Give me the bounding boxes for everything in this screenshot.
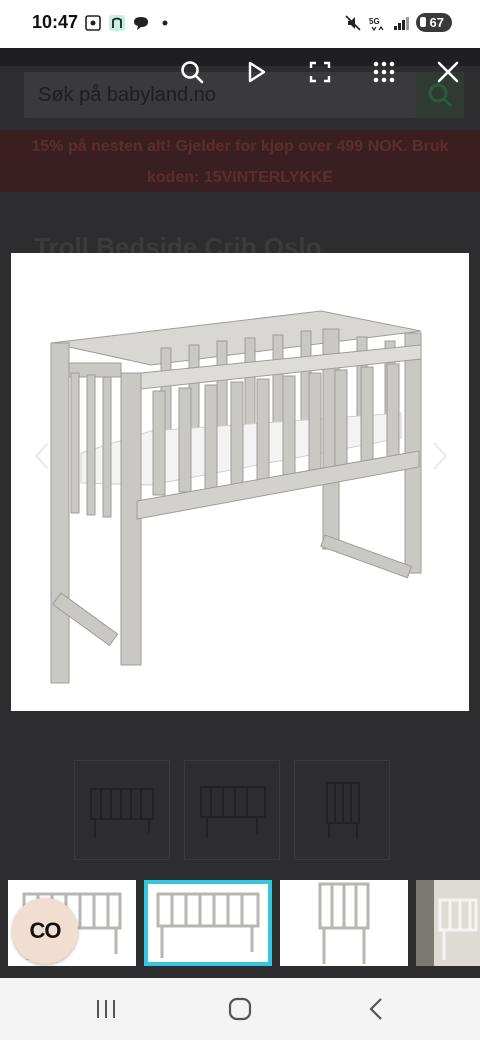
crib-image [50, 310, 422, 684]
mute-icon [344, 14, 361, 31]
promo-banner-line1: 15% på nesten alt! Gjelder for kjøp over… [31, 138, 449, 155]
background-thumbnail [294, 760, 390, 860]
home-icon [228, 997, 252, 1021]
thumbnail-crib-room-view[interactable] [416, 880, 480, 966]
chevron-right-icon [433, 442, 448, 470]
status-time: 10:47 [32, 12, 79, 32]
back-icon [369, 998, 382, 1020]
search-icon [181, 61, 204, 84]
dot-icon [162, 20, 168, 26]
slideshow-play-button[interactable] [236, 52, 276, 92]
fullscreen-button[interactable] [300, 52, 340, 92]
recents-icon [97, 1000, 115, 1018]
signal-icon [393, 16, 409, 30]
thumbnail-grid-button[interactable] [364, 52, 404, 92]
chat-bubble-label: CO [29, 918, 62, 943]
promo-banner: 15% på nesten alt! Gjelder for kjøp over… [0, 130, 480, 192]
main-product-image[interactable] [11, 253, 469, 711]
image-viewer-toolbar [0, 52, 480, 92]
svg-text:5G: 5G [369, 17, 380, 26]
thumbnail-crib-side-view[interactable] [144, 880, 272, 966]
system-nav-bar [0, 978, 480, 1040]
screenshot-icon [85, 15, 101, 31]
chat-icon [134, 17, 148, 30]
next-image-button[interactable] [428, 436, 452, 476]
chevron-left-icon [34, 442, 49, 470]
background-thumbnails [74, 760, 390, 860]
close-icon [437, 61, 459, 83]
background-thumbnail [184, 760, 280, 860]
zoom-search-button[interactable] [172, 52, 212, 92]
previous-image-button[interactable] [30, 436, 54, 476]
battery-icon: 67 [415, 13, 452, 32]
close-viewer-button[interactable] [428, 52, 468, 92]
recents-button[interactable] [82, 992, 130, 1026]
5g-icon: 5G [369, 17, 384, 31]
thumbnail-crib-end-view[interactable] [280, 880, 408, 966]
grid-icon [373, 61, 395, 83]
status-bar: 10:47 5G 67 [0, 0, 480, 48]
play-icon [248, 61, 266, 83]
background-thumbnail [74, 760, 170, 860]
home-button[interactable] [216, 992, 264, 1026]
back-button[interactable] [352, 992, 400, 1026]
n-app-icon [109, 15, 125, 31]
chat-bubble-button[interactable]: CO [12, 898, 78, 964]
fullscreen-icon [309, 61, 331, 83]
promo-banner-line2: koden: 15VINTERLYKKE [146, 169, 334, 186]
